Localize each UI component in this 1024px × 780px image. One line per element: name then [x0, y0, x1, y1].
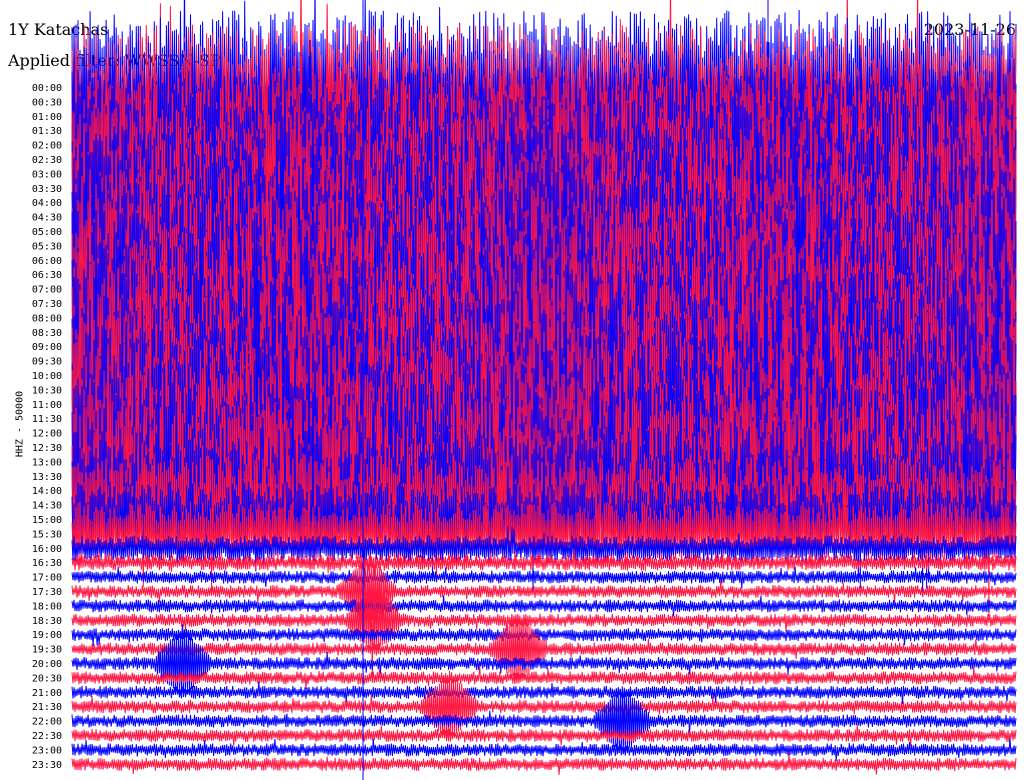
row-label: 05:30 [32, 241, 62, 252]
row-label: 18:30 [32, 616, 62, 627]
row-label: 20:00 [32, 659, 62, 670]
row-label: 02:30 [32, 155, 62, 166]
row-label: 12:30 [32, 443, 62, 454]
row-label: 11:30 [32, 414, 62, 425]
row-label: 00:30 [32, 97, 62, 108]
row-label: 10:00 [32, 371, 62, 382]
row-label: 08:00 [32, 313, 62, 324]
row-label: 07:30 [32, 299, 62, 310]
seismic-trace-row [71, 666, 1017, 690]
row-label: 17:30 [32, 587, 62, 598]
row-label: 16:30 [32, 558, 62, 569]
row-label: 00:00 [32, 83, 62, 94]
row-label: 14:00 [32, 486, 62, 497]
row-label: 08:30 [32, 328, 62, 339]
row-label: 20:30 [32, 673, 62, 684]
row-label: 04:30 [32, 213, 62, 224]
row-label: 15:00 [32, 515, 62, 526]
row-label: 21:00 [32, 688, 62, 699]
row-label: 03:30 [32, 184, 62, 195]
row-label: 21:30 [32, 702, 62, 713]
row-label: 15:30 [32, 529, 62, 540]
row-label: 22:00 [32, 717, 62, 728]
row-label: 23:00 [32, 745, 62, 756]
row-label: 19:00 [32, 630, 62, 641]
row-label: 19:30 [32, 645, 62, 656]
row-label: 09:30 [32, 357, 62, 368]
row-label: 13:30 [32, 472, 62, 483]
row-label: 22:30 [32, 731, 62, 742]
row-label: 01:30 [32, 126, 62, 137]
trace-group [71, 0, 1017, 780]
row-label: 13:00 [32, 457, 62, 468]
row-label: 18:00 [32, 601, 62, 612]
row-label: 05:00 [32, 227, 62, 238]
row-label: 16:00 [32, 544, 62, 555]
seismic-trace-row [71, 753, 1017, 775]
row-label: 10:30 [32, 385, 62, 396]
row-label: 09:00 [32, 342, 62, 353]
row-label: 01:00 [32, 112, 62, 123]
row-label: 04:00 [32, 198, 62, 209]
row-label: 02:00 [32, 141, 62, 152]
row-label: 07:00 [32, 285, 62, 296]
row-label: 12:00 [32, 429, 62, 440]
seismic-trace-row [71, 595, 1017, 617]
helicorder-plot: 00:00 00:30 01:00 01:30 02:00 02:30 03:00 03:30… [32, 0, 1017, 780]
row-label: 06:30 [32, 270, 62, 281]
row-label: 06:00 [32, 256, 62, 267]
row-label: 03:00 [32, 169, 62, 180]
row-label-group: 00:00 00:30 01:00 01:30 02:00 02:30 03:00 03:30… [32, 83, 62, 771]
row-label: 11:00 [32, 400, 62, 411]
row-label: 23:30 [32, 760, 62, 771]
row-label: 14:30 [32, 501, 62, 512]
row-label: 17:00 [32, 573, 62, 584]
